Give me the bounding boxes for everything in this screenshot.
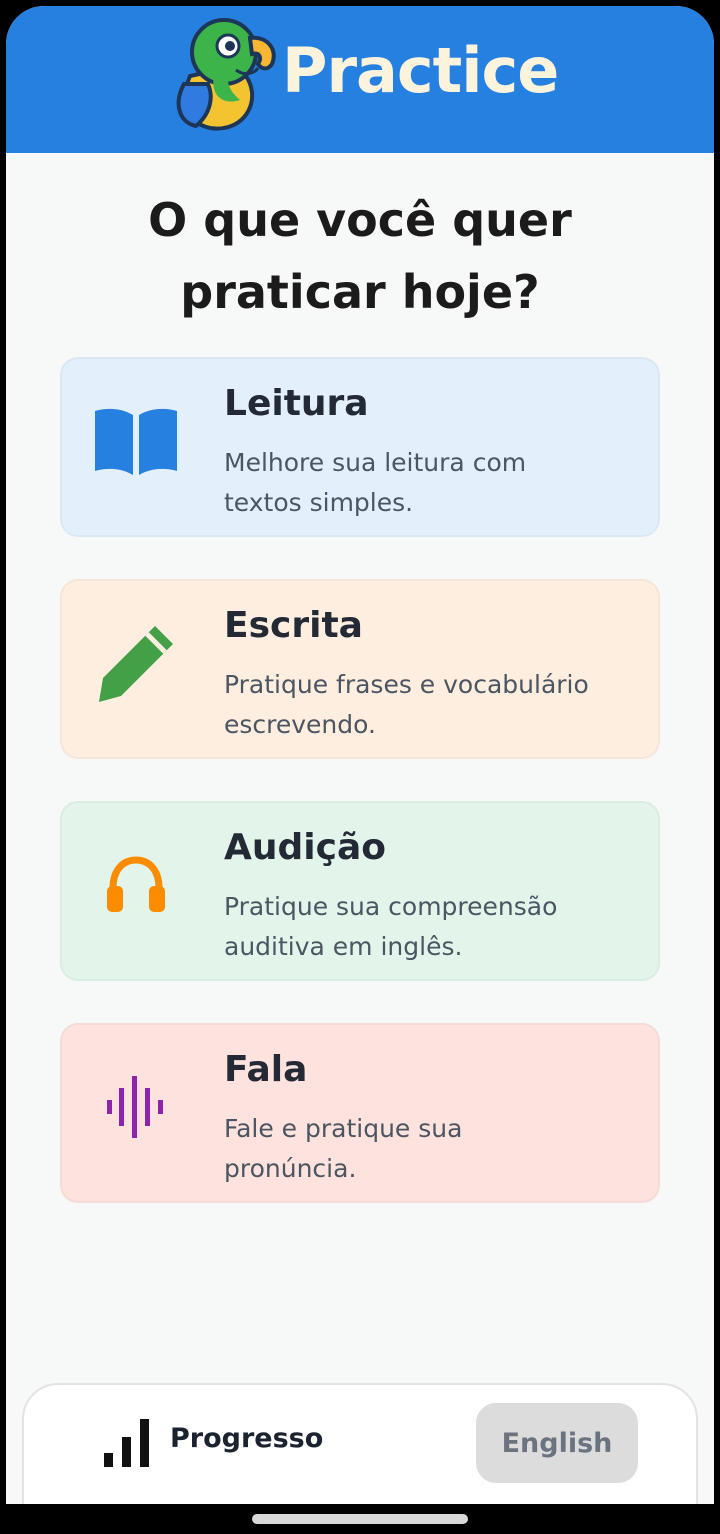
language-toggle-button[interactable]: English	[476, 1403, 638, 1483]
card-title: Leitura	[224, 383, 369, 424]
bottom-navigation-bar: Progresso English	[22, 1383, 698, 1504]
card-description-line: auditiva em inglês.	[224, 932, 463, 961]
app-screen: Practice O que você quer praticar hoje? …	[6, 6, 714, 1504]
card-description-line: pronúncia.	[224, 1154, 357, 1183]
parrot-logo-icon	[176, 18, 276, 131]
question-line-1: O que você quer	[148, 193, 572, 247]
bar-chart-icon[interactable]	[100, 1415, 156, 1471]
card-description: Pratique sua compreensão auditiva em ing…	[224, 887, 644, 967]
card-description: Fale e pratique sua pronúncia.	[224, 1109, 644, 1189]
app-title: Practice	[282, 34, 559, 107]
card-title: Escrita	[224, 605, 363, 646]
page-question: O que você quer praticar hoje?	[6, 184, 714, 328]
phone-frame: Practice O que você quer praticar hoje? …	[0, 0, 720, 1534]
app-header: Practice	[6, 6, 714, 153]
headphones-icon	[90, 839, 182, 931]
card-description: Pratique frases e vocabulário escrevendo…	[224, 665, 644, 745]
card-description-line: Fale e pratique sua	[224, 1114, 463, 1143]
card-description-line: Pratique frases e vocabulário	[224, 670, 589, 699]
card-description-line: Melhore sua leitura com	[224, 448, 527, 477]
question-line-2: praticar hoje?	[180, 265, 540, 319]
card-description: Melhore sua leitura com textos simples.	[224, 443, 644, 523]
card-title: Fala	[224, 1049, 308, 1090]
pencil-icon	[90, 617, 182, 709]
practice-card-leitura[interactable]: Leitura Melhore sua leitura com textos s…	[60, 357, 660, 537]
card-description-line: Pratique sua compreensão	[224, 892, 558, 921]
practice-card-fala[interactable]: Fala Fale e pratique sua pronúncia.	[60, 1023, 660, 1203]
home-indicator[interactable]	[252, 1514, 468, 1524]
card-title: Audição	[224, 827, 386, 868]
card-description-line: textos simples.	[224, 488, 414, 517]
card-description-line: escrevendo.	[224, 710, 376, 739]
soundwave-icon	[90, 1061, 182, 1153]
practice-card-escrita[interactable]: Escrita Pratique frases e vocabulário es…	[60, 579, 660, 759]
practice-card-audicao[interactable]: Audição Pratique sua compreensão auditiv…	[60, 801, 660, 981]
progress-link[interactable]: Progresso	[170, 1423, 323, 1454]
book-icon	[90, 395, 182, 487]
